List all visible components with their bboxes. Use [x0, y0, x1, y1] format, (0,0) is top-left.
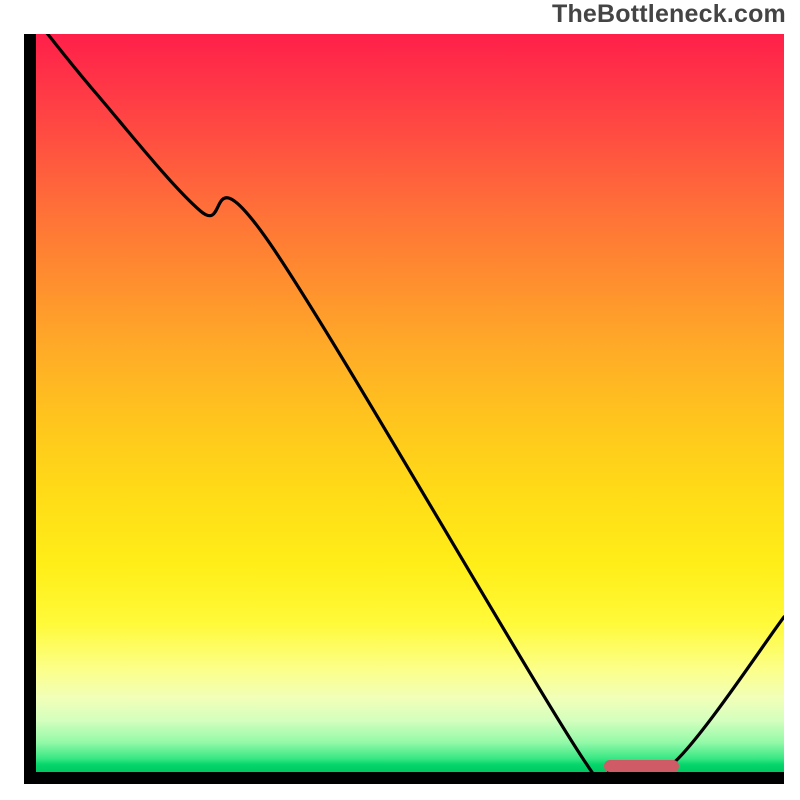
bottleneck-curve	[36, 34, 784, 772]
plot-border	[24, 34, 784, 784]
optimal-range-marker	[604, 760, 679, 772]
chart-frame: TheBottleneck.com	[0, 0, 800, 800]
watermark-text: TheBottleneck.com	[552, 0, 786, 29]
curve-path	[36, 34, 784, 772]
plot-area	[36, 34, 784, 772]
